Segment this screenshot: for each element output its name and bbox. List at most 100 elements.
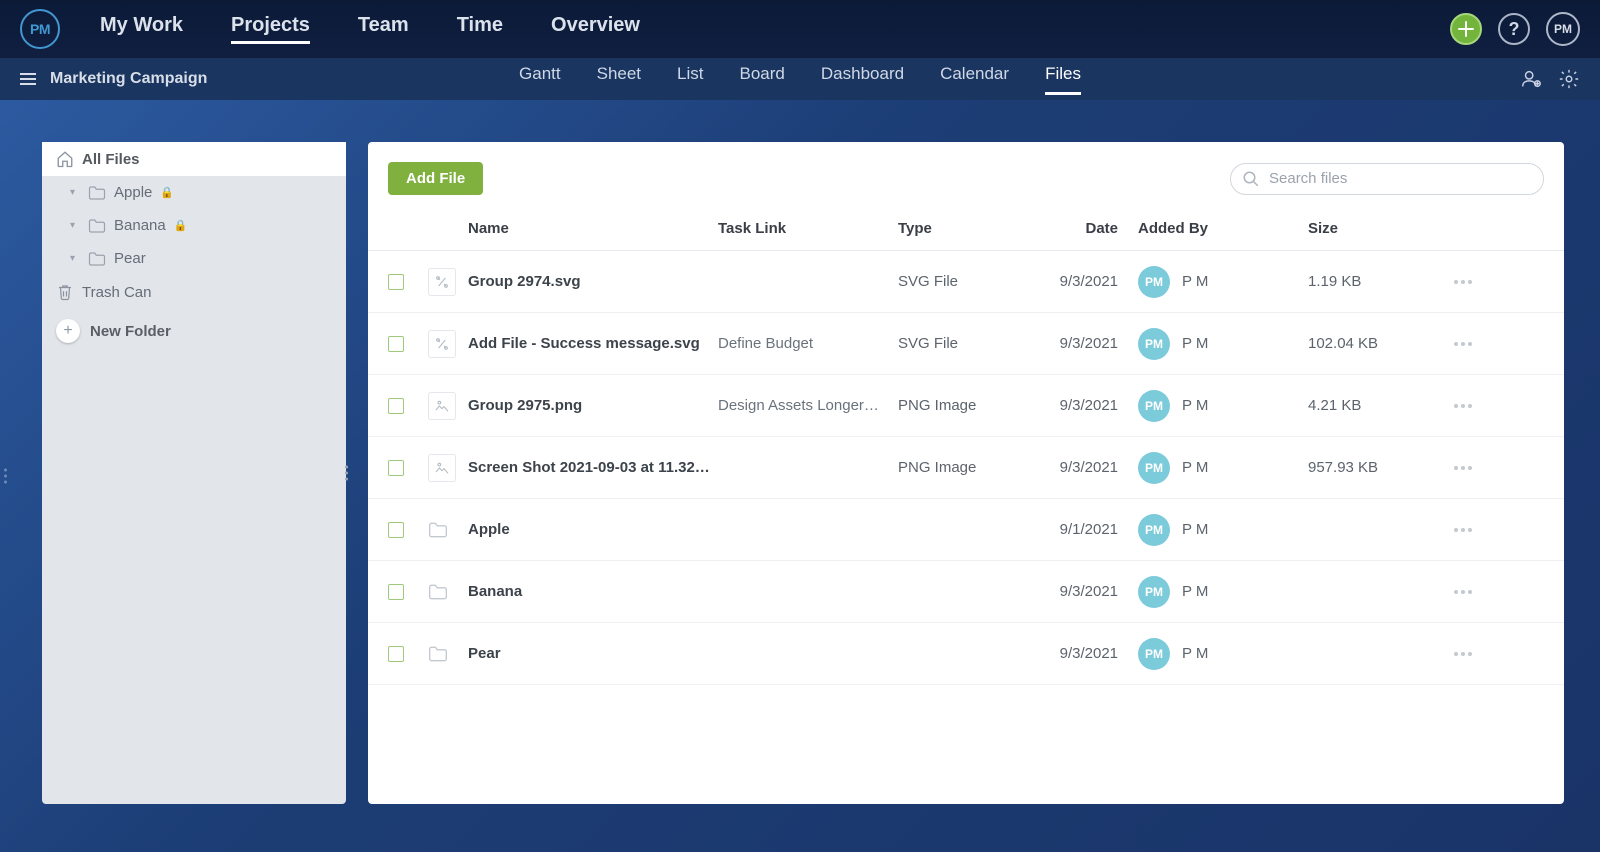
- search-icon: [1242, 170, 1260, 188]
- file-date: 9/3/2021: [1038, 645, 1138, 662]
- tab-gantt[interactable]: Gantt: [519, 64, 561, 95]
- row-more-button[interactable]: [1438, 528, 1488, 532]
- chevron-down-icon[interactable]: ▾: [70, 220, 80, 231]
- add-file-button[interactable]: Add File: [388, 162, 483, 195]
- help-button[interactable]: ?: [1498, 13, 1530, 45]
- col-size[interactable]: Size: [1308, 220, 1438, 237]
- sidebar-item-all-files[interactable]: All Files: [42, 142, 346, 176]
- uploader-avatar[interactable]: PM: [1138, 576, 1170, 608]
- tab-calendar[interactable]: Calendar: [940, 64, 1009, 95]
- row-checkbox[interactable]: [388, 522, 404, 538]
- row-checkbox[interactable]: [388, 398, 404, 414]
- uploader-avatar[interactable]: PM: [1138, 514, 1170, 546]
- tree-label: Trash Can: [82, 284, 151, 301]
- uploader-avatar[interactable]: PM: [1138, 638, 1170, 670]
- row-checkbox[interactable]: [388, 336, 404, 352]
- nav-time[interactable]: Time: [457, 14, 503, 44]
- file-type: SVG File: [898, 273, 1038, 290]
- col-name[interactable]: Name: [468, 220, 718, 237]
- nav-overview[interactable]: Overview: [551, 14, 640, 44]
- file-size: 4.21 KB: [1308, 397, 1438, 414]
- uploader-name: P M: [1182, 397, 1208, 414]
- file-name: Apple: [468, 521, 718, 538]
- hamburger-icon[interactable]: [20, 73, 36, 85]
- tab-list[interactable]: List: [677, 64, 703, 95]
- user-avatar[interactable]: PM: [1546, 12, 1580, 46]
- row-more-button[interactable]: [1438, 466, 1488, 470]
- row-checkbox[interactable]: [388, 460, 404, 476]
- folder-thumb: [428, 583, 468, 601]
- sidebar-item-pear[interactable]: ▾Pear: [42, 242, 346, 275]
- uploader-avatar[interactable]: PM: [1138, 452, 1170, 484]
- project-subnav: Marketing Campaign GanttSheetListBoardDa…: [0, 58, 1600, 100]
- col-date[interactable]: Date: [1038, 220, 1138, 237]
- chevron-down-icon[interactable]: ▾: [70, 253, 80, 264]
- tab-dashboard[interactable]: Dashboard: [821, 64, 904, 95]
- table-row[interactable]: Screen Shot 2021-09-03 at 11.32…PNG Imag…: [368, 437, 1564, 499]
- tab-board[interactable]: Board: [740, 64, 785, 95]
- row-checkbox[interactable]: [388, 274, 404, 290]
- col-task[interactable]: Task Link: [718, 220, 898, 237]
- vector-file-icon: [434, 274, 450, 290]
- folder-icon: [88, 185, 106, 201]
- file-thumb: [428, 330, 456, 358]
- tab-sheet[interactable]: Sheet: [597, 64, 641, 95]
- uploader-name: P M: [1182, 583, 1208, 600]
- task-link[interactable]: Design Assets Longer…: [718, 397, 898, 414]
- file-name: Banana: [468, 583, 718, 600]
- row-more-button[interactable]: [1438, 404, 1488, 408]
- new-folder-button[interactable]: + New Folder: [42, 309, 346, 353]
- file-thumb: [428, 392, 456, 420]
- sidebar-resize-handle[interactable]: [345, 466, 348, 481]
- left-drag-handle[interactable]: [4, 469, 7, 484]
- search-input[interactable]: [1230, 163, 1544, 195]
- file-type: PNG Image: [898, 459, 1038, 476]
- folder-icon: [88, 251, 106, 267]
- gear-icon[interactable]: [1558, 68, 1580, 90]
- plus-circle-icon: +: [56, 319, 80, 343]
- row-more-button[interactable]: [1438, 652, 1488, 656]
- chevron-down-icon[interactable]: ▾: [70, 187, 80, 198]
- nav-team[interactable]: Team: [358, 14, 409, 44]
- col-added-by[interactable]: Added By: [1138, 220, 1308, 237]
- files-panel: Add File Name Task Link Type Date Added …: [368, 142, 1564, 804]
- table-row[interactable]: Group 2974.svgSVG File9/3/2021PMP M1.19 …: [368, 251, 1564, 313]
- uploader-avatar[interactable]: PM: [1138, 266, 1170, 298]
- folder-icon: [428, 583, 448, 601]
- task-link[interactable]: Define Budget: [718, 335, 898, 352]
- file-date: 9/3/2021: [1038, 273, 1138, 290]
- row-more-button[interactable]: [1438, 280, 1488, 284]
- table-row[interactable]: Apple9/1/2021PMP M: [368, 499, 1564, 561]
- table-row[interactable]: Banana9/3/2021PMP M: [368, 561, 1564, 623]
- lock-icon: 🔒: [160, 186, 174, 199]
- uploader-avatar[interactable]: PM: [1138, 328, 1170, 360]
- file-name: Group 2974.svg: [468, 273, 718, 290]
- file-date: 9/3/2021: [1038, 335, 1138, 352]
- file-date: 9/3/2021: [1038, 397, 1138, 414]
- file-name: Add File - Success message.svg: [468, 335, 718, 352]
- row-checkbox[interactable]: [388, 646, 404, 662]
- workspace: All Files▾Apple🔒▾Banana🔒▾PearTrash Can +…: [0, 100, 1600, 852]
- nav-projects[interactable]: Projects: [231, 14, 310, 44]
- col-type[interactable]: Type: [898, 220, 1038, 237]
- global-add-button[interactable]: [1450, 13, 1482, 45]
- row-more-button[interactable]: [1438, 342, 1488, 346]
- sidebar-item-trash-can[interactable]: Trash Can: [42, 275, 346, 309]
- people-icon[interactable]: [1520, 68, 1542, 90]
- image-file-icon: [434, 398, 450, 414]
- table-row[interactable]: Add File - Success message.svgDefine Bud…: [368, 313, 1564, 375]
- row-checkbox[interactable]: [388, 584, 404, 600]
- table-row[interactable]: Pear 9/3/2021PM P M: [368, 623, 1564, 685]
- uploader-name: P M: [1182, 645, 1208, 662]
- uploader-avatar[interactable]: PM: [1138, 390, 1170, 422]
- image-file-icon: [434, 460, 450, 476]
- sidebar-item-apple[interactable]: ▾Apple🔒: [42, 176, 346, 209]
- app-logo[interactable]: PM: [20, 9, 60, 49]
- tab-files[interactable]: Files: [1045, 64, 1081, 95]
- nav-my-work[interactable]: My Work: [100, 14, 183, 44]
- sidebar-item-banana[interactable]: ▾Banana🔒: [42, 209, 346, 242]
- file-name: Pear: [468, 645, 718, 662]
- folder-icon: [88, 218, 106, 234]
- row-more-button[interactable]: [1438, 590, 1488, 594]
- table-row[interactable]: Group 2975.pngDesign Assets Longer…PNG I…: [368, 375, 1564, 437]
